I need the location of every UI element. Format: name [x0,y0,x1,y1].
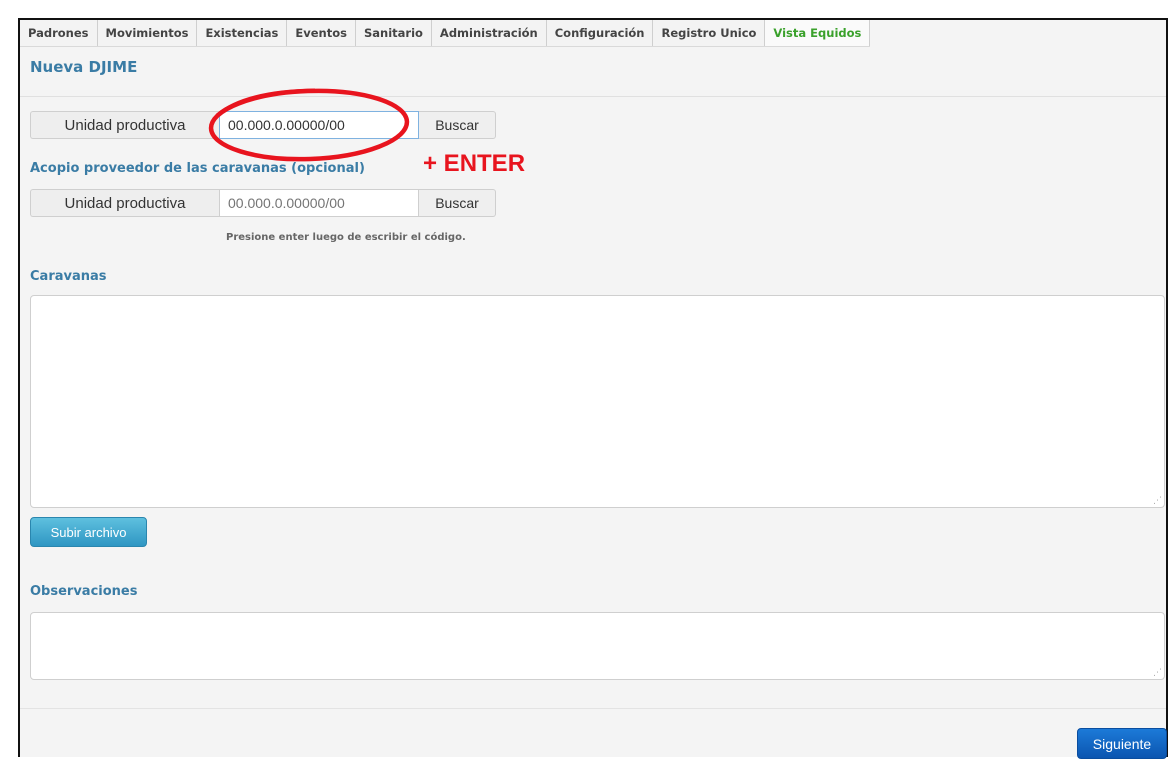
acopio-row: Unidad productiva Buscar [30,189,496,217]
acopio-search-button[interactable]: Buscar [419,189,496,217]
upload-file-button[interactable]: Subir archivo [30,517,147,547]
observaciones-textarea[interactable] [30,612,1165,680]
tab-padrones[interactable]: Padrones [20,20,98,46]
resize-grip-icon[interactable]: ⋰ [1153,496,1162,506]
tab-configuracion[interactable]: Configuración [546,20,654,46]
acopio-unidad-productiva-input[interactable] [219,189,419,217]
annotation-text: + ENTER [423,150,526,177]
acopio-unidad-productiva-label: Unidad productiva [30,189,219,217]
unidad-productiva-label: Unidad productiva [30,111,219,139]
enter-hint: Presione enter luego de escribir el códi… [226,232,466,243]
observaciones-title: Observaciones [30,584,138,599]
tab-registro-unico[interactable]: Registro Unico [653,20,766,46]
footer-divider [20,708,1166,709]
tab-sanitario[interactable]: Sanitario [355,20,432,46]
caravanas-textarea[interactable] [30,295,1165,508]
unidad-productiva-search-button[interactable]: Buscar [419,111,496,139]
resize-grip-icon[interactable]: ⋰ [1153,668,1162,678]
tab-movimientos[interactable]: Movimientos [97,20,198,46]
tab-vista-equidos[interactable]: Vista Equidos [765,20,871,46]
caravanas-title: Caravanas [30,269,107,284]
observaciones-wrapper: ⋰ [30,612,1165,680]
page-title: Nueva DJIME [30,58,138,76]
top-nav: Padrones Movimientos Existencias Eventos… [20,20,871,47]
tab-existencias[interactable]: Existencias [197,20,288,46]
annotation-ellipse [208,88,410,162]
caravanas-wrapper: ⋰ [30,295,1165,508]
app-frame: Padrones Movimientos Existencias Eventos… [18,18,1168,759]
tab-eventos[interactable]: Eventos [287,20,356,46]
next-button[interactable]: Siguiente [1077,728,1167,759]
title-divider [20,96,1166,97]
tab-administracion[interactable]: Administración [431,20,547,46]
